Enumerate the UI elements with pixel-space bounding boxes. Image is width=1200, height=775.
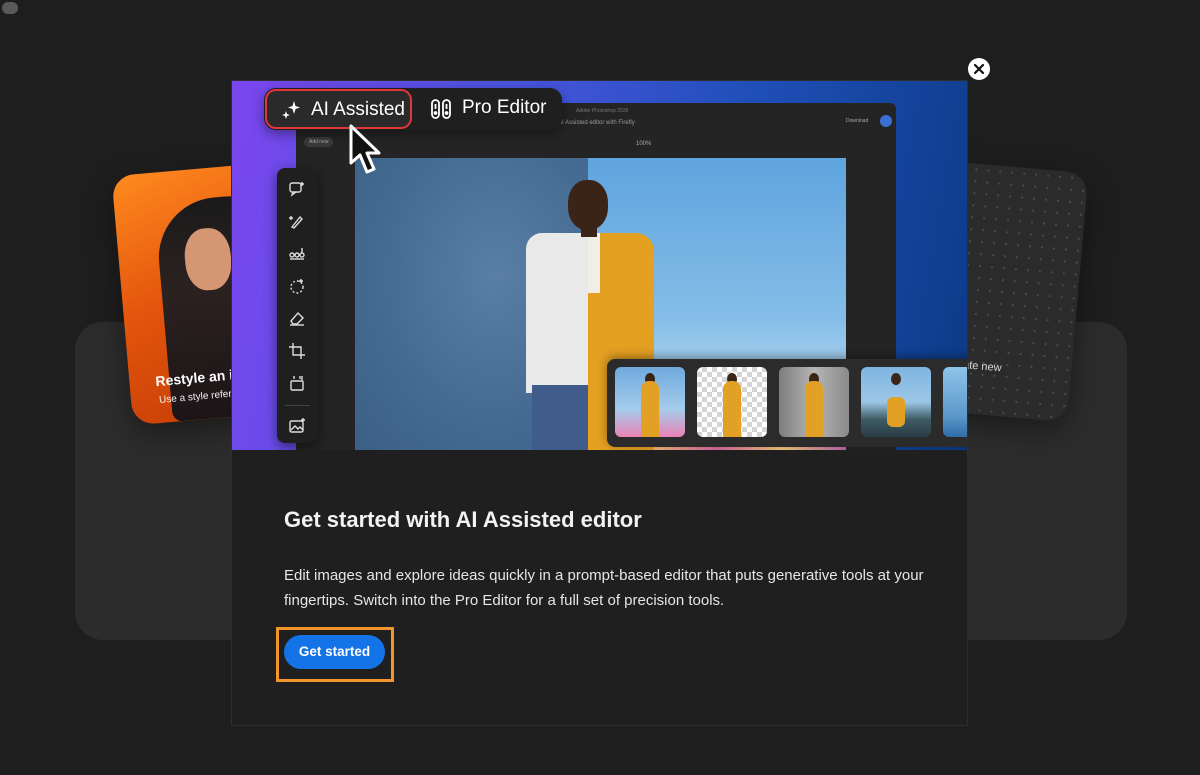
- onboarding-modal: Adobe Photoshop 2026 AI Assisted editor …: [231, 80, 968, 726]
- mode-switch: AI Assisted Pro Editor: [264, 88, 562, 130]
- mode-pro-editor: Pro Editor: [424, 89, 560, 129]
- pointer-cursor-icon: [349, 124, 381, 174]
- variant-thumbnail: [697, 367, 767, 437]
- window-control-dot[interactable]: [2, 2, 18, 14]
- hero-illustration: Adobe Photoshop 2026 AI Assisted editor …: [232, 81, 967, 450]
- variant-thumbnail: [943, 367, 967, 437]
- variants-strip: [607, 359, 967, 447]
- person-head: [568, 180, 608, 230]
- person-suit-shirt: [588, 233, 600, 293]
- brush-sparkle-icon: [288, 212, 306, 230]
- person-shirt: [526, 233, 588, 393]
- variant-thumbnail: [615, 367, 685, 437]
- app-preview-add-new: Add new: [304, 137, 334, 147]
- variant-thumbnail: [779, 367, 849, 437]
- sparkle-icon: [280, 99, 302, 121]
- close-modal-button[interactable]: [968, 58, 990, 80]
- person-jeans: [532, 385, 588, 450]
- modal-title: Get started with AI Assisted editor: [284, 507, 642, 532]
- expand-image-icon: [288, 374, 306, 392]
- modal-description: Edit images and explore ideas quickly in…: [284, 567, 924, 609]
- tool-rail: [277, 168, 318, 443]
- close-icon: [973, 63, 985, 75]
- avatar: [880, 115, 892, 127]
- chat-sparkle-icon: [288, 180, 306, 198]
- tool-separator: [285, 405, 310, 406]
- crop-icon: [288, 342, 306, 360]
- app-preview-doc-title: AI Assisted editor with Firefly: [558, 120, 635, 126]
- eraser-icon: [288, 309, 306, 327]
- mode-pro-editor-label: Pro Editor: [462, 97, 547, 118]
- get-started-button[interactable]: Get started: [284, 635, 385, 669]
- image-generate-icon: [288, 417, 306, 435]
- mode-ai-assisted-label: AI Assisted: [311, 99, 405, 120]
- adjustments-icon: [288, 245, 306, 263]
- app-preview-download: Download: [846, 118, 869, 124]
- variant-thumbnail: [861, 367, 931, 437]
- app-preview-window-title: Adobe Photoshop 2026: [576, 108, 629, 114]
- select-subject-icon: [288, 277, 306, 295]
- pro-editor-icon: [430, 97, 452, 121]
- app-preview-zoom: 100%: [636, 141, 652, 147]
- mode-ai-assisted: AI Assisted: [265, 89, 412, 129]
